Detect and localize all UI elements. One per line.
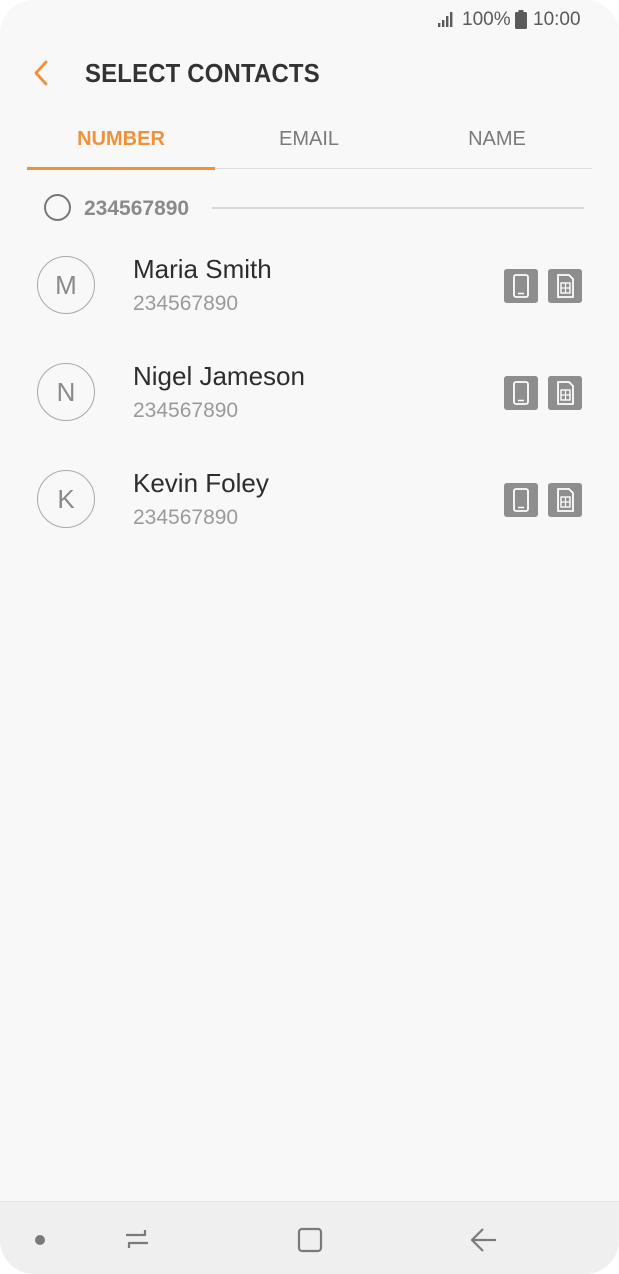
tab-name-label: NAME: [468, 128, 526, 150]
tab-email-label: EMAIL: [278, 128, 340, 150]
phone-device-icon: [504, 376, 538, 410]
avatar: K: [37, 470, 95, 528]
avatar: M: [37, 256, 95, 314]
avatar: N: [37, 363, 95, 421]
nav-dot-icon[interactable]: [35, 1235, 45, 1245]
select-number-row[interactable]: 234567890: [44, 194, 584, 224]
navigation-bar: [0, 1201, 619, 1274]
page-title: SELECT CONTACTS: [85, 58, 320, 88]
clock: 10:00: [533, 9, 581, 30]
contact-item-kevin-foley[interactable]: K Kevin Foley 234567890: [0, 468, 619, 570]
status-bar: 100% 10:00: [0, 0, 619, 40]
tab-name[interactable]: NAME: [403, 128, 591, 151]
sim-card-icon: [548, 376, 582, 410]
select-radio[interactable]: [44, 194, 71, 221]
contact-name: Maria Smith: [133, 254, 272, 284]
battery-icon: [515, 10, 527, 29]
divider: [212, 207, 584, 209]
recent-apps-icon[interactable]: [122, 1226, 152, 1252]
tab-email[interactable]: EMAIL: [215, 128, 403, 151]
battery-percent: 100%: [462, 9, 511, 30]
phone-device-icon: [504, 269, 538, 303]
back-arrow-icon[interactable]: [30, 59, 54, 87]
home-icon[interactable]: [296, 1226, 324, 1254]
active-tab-indicator: [27, 167, 215, 170]
contact-number: 234567890: [133, 292, 239, 315]
tab-number-label: NUMBER: [77, 128, 165, 150]
sim-card-icon: [548, 269, 582, 303]
contact-name: Kevin Foley: [133, 468, 269, 498]
phone-device-icon: [504, 483, 538, 517]
contact-number: 234567890: [133, 399, 239, 422]
nav-back-icon[interactable]: [469, 1226, 499, 1254]
signal-icon: [438, 12, 453, 27]
select-number: 234567890: [84, 197, 190, 220]
contact-item-nigel-jameson[interactable]: N Nigel Jameson 234567890: [0, 361, 619, 463]
contact-item-maria-smith[interactable]: M Maria Smith 234567890: [0, 254, 619, 356]
sim-card-icon: [548, 483, 582, 517]
phone-screen: 100% 10:00 SELECT CONTACTS NUMBER EMAIL …: [0, 0, 619, 1274]
contact-name: Nigel Jameson: [133, 361, 305, 391]
contact-number: 234567890: [133, 506, 239, 529]
tab-number[interactable]: NUMBER: [27, 128, 215, 151]
tab-bar: NUMBER EMAIL NAME: [27, 120, 592, 170]
